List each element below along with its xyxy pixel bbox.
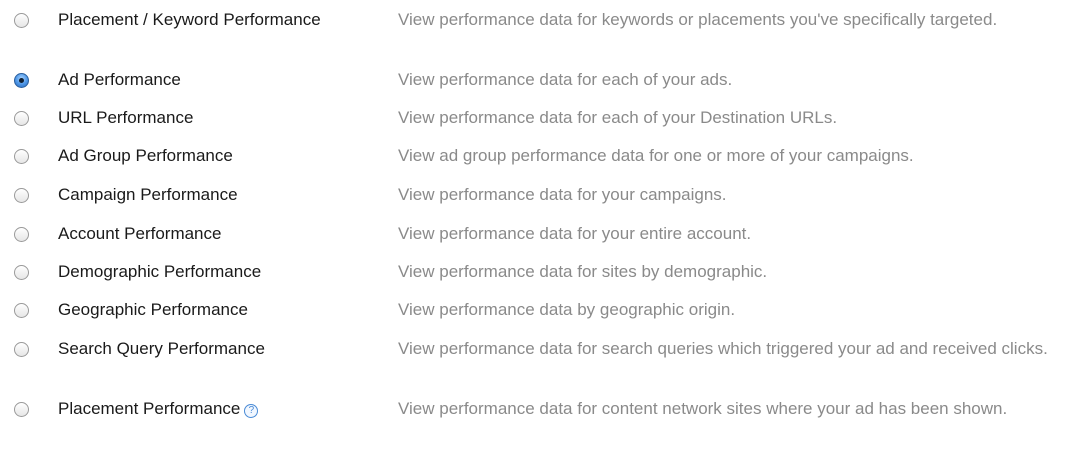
- report-row-placement: Placement Performance? View performance …: [0, 397, 1071, 457]
- report-description-ad-group: View ad group performance data for one o…: [398, 146, 914, 165]
- report-description-placement-keyword: View performance data for keywords or pl…: [398, 10, 998, 29]
- radio-ad-group[interactable]: [14, 149, 29, 164]
- report-row-geographic: Geographic Performance View performance …: [0, 298, 1071, 337]
- report-description-campaign: View performance data for your campaigns…: [398, 185, 727, 204]
- report-label-ad-group[interactable]: Ad Group Performance: [58, 144, 398, 168]
- report-type-list: Placement / Keyword Performance View per…: [0, 0, 1071, 457]
- report-row-demographic: Demographic Performance View performance…: [0, 260, 1071, 298]
- report-row-campaign: Campaign Performance View performance da…: [0, 183, 1071, 222]
- radio-account[interactable]: [14, 227, 29, 242]
- report-row-search-query: Search Query Performance View performanc…: [0, 337, 1071, 397]
- report-label-campaign[interactable]: Campaign Performance: [58, 183, 398, 207]
- report-label-demographic[interactable]: Demographic Performance: [58, 260, 398, 284]
- report-label-geographic[interactable]: Geographic Performance: [58, 298, 398, 322]
- report-label-placement-wrap[interactable]: Placement Performance?: [58, 397, 398, 421]
- radio-geographic[interactable]: [14, 303, 29, 318]
- report-row-url: URL Performance View performance data fo…: [0, 106, 1071, 144]
- radio-campaign[interactable]: [14, 188, 29, 203]
- report-description-url: View performance data for each of your D…: [398, 108, 838, 127]
- report-row-ad-group: Ad Group Performance View ad group perfo…: [0, 144, 1071, 183]
- report-label-ad[interactable]: Ad Performance: [58, 68, 398, 92]
- report-row-placement-keyword: Placement / Keyword Performance View per…: [0, 8, 1071, 68]
- question-mark-icon[interactable]: ?: [244, 404, 259, 418]
- radio-demographic[interactable]: [14, 265, 29, 280]
- report-label-search-query[interactable]: Search Query Performance: [58, 337, 398, 361]
- report-description-geographic: View performance data by geographic orig…: [398, 300, 736, 319]
- report-label-account[interactable]: Account Performance: [58, 222, 398, 246]
- radio-ad[interactable]: [14, 73, 29, 88]
- report-description-search-query: View performance data for search queries…: [398, 339, 1048, 358]
- report-label-placement-keyword[interactable]: Placement / Keyword Performance: [58, 8, 398, 32]
- report-description-account: View performance data for your entire ac…: [398, 224, 752, 243]
- report-description-ad: View performance data for each of your a…: [398, 70, 733, 89]
- radio-placement[interactable]: [14, 402, 29, 417]
- report-description-demographic: View performance data for sites by demog…: [398, 262, 768, 281]
- report-row-ad: Ad Performance View performance data for…: [0, 68, 1071, 106]
- radio-placement-keyword[interactable]: [14, 13, 29, 28]
- report-label-placement[interactable]: Placement Performance: [58, 399, 240, 418]
- report-label-url[interactable]: URL Performance: [58, 106, 398, 130]
- report-row-account: Account Performance View performance dat…: [0, 222, 1071, 260]
- radio-search-query[interactable]: [14, 342, 29, 357]
- radio-url[interactable]: [14, 111, 29, 126]
- report-description-placement: View performance data for content networ…: [398, 399, 1008, 418]
